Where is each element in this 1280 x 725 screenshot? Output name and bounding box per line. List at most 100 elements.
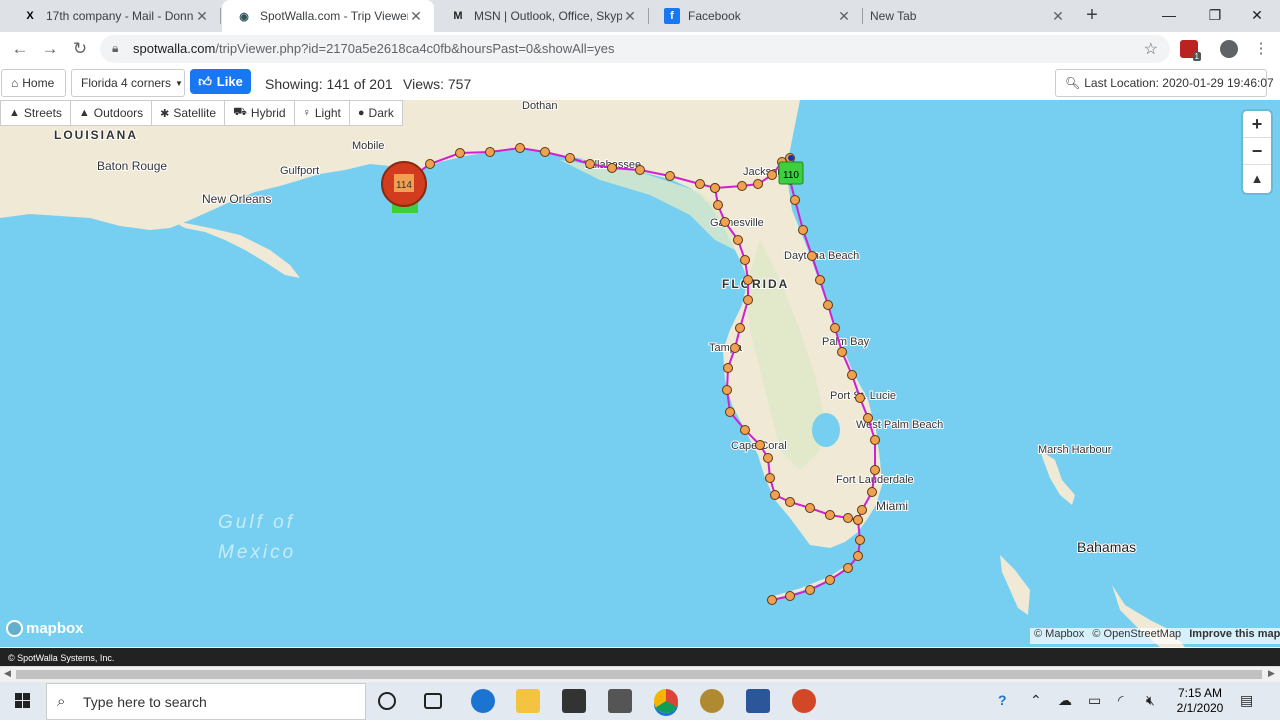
taskbar-search-input[interactable]: ⌕ Type here to search — [46, 683, 366, 720]
trip-point[interactable] — [843, 563, 853, 573]
trip-point[interactable] — [737, 181, 747, 191]
mail-icon[interactable] — [608, 689, 632, 713]
attribution-osm[interactable]: © OpenStreetMap — [1092, 628, 1181, 640]
close-icon[interactable]: ✕ — [408, 8, 424, 25]
trip-point[interactable] — [485, 147, 495, 157]
tab-new-tab[interactable]: New Tab ✕ — [864, 0, 1076, 32]
trip-point[interactable] — [515, 143, 525, 153]
close-icon[interactable]: ✕ — [836, 8, 852, 25]
help-icon[interactable]: ? — [998, 692, 1007, 708]
file-explorer-icon[interactable] — [516, 689, 540, 713]
extension-icon[interactable]: 1 — [1180, 40, 1201, 61]
trip-point[interactable] — [425, 159, 435, 169]
trip-point[interactable] — [855, 393, 865, 403]
trip-point[interactable] — [725, 407, 735, 417]
horizontal-scrollbar[interactable]: ◀ ▶ — [0, 666, 1280, 682]
trip-point[interactable] — [713, 200, 723, 210]
trip-point[interactable] — [763, 453, 773, 463]
trip-point[interactable] — [767, 170, 777, 180]
trip-point[interactable] — [770, 490, 780, 500]
close-icon[interactable]: ✕ — [194, 8, 210, 25]
style-hybrid[interactable]: ⛟ Hybrid — [225, 101, 295, 125]
word-icon[interactable] — [746, 689, 770, 713]
trip-point[interactable] — [870, 435, 880, 445]
trip-point[interactable] — [733, 235, 743, 245]
trip-point[interactable] — [790, 195, 800, 205]
trip-point[interactable] — [843, 513, 853, 523]
profile-avatar-icon[interactable] — [1220, 40, 1238, 58]
trip-point[interactable] — [665, 171, 675, 181]
trip-point[interactable] — [722, 385, 732, 395]
trip-point[interactable] — [767, 595, 777, 605]
zoom-out-button[interactable]: − — [1243, 138, 1271, 165]
volume-muted-icon[interactable]: 🔇︎ — [1146, 692, 1155, 709]
trip-point[interactable] — [825, 510, 835, 520]
windows-start-button[interactable] — [0, 682, 46, 720]
edge-icon[interactable] — [471, 689, 495, 713]
trip-point[interactable] — [853, 515, 863, 525]
trip-point[interactable] — [855, 535, 865, 545]
trip-point[interactable] — [753, 179, 763, 189]
window-close-button[interactable]: ✕ — [1234, 0, 1280, 32]
trip-point[interactable] — [785, 591, 795, 601]
trip-point[interactable] — [755, 440, 765, 450]
style-satellite[interactable]: ✱ Satellite — [152, 101, 226, 125]
style-dark[interactable]: ● Dark — [350, 101, 402, 125]
trip-point[interactable] — [607, 163, 617, 173]
tab-trip-viewer[interactable]: ◉ SpotWalla.com - Trip Viewer ✕ — [222, 0, 434, 32]
trip-point[interactable] — [740, 255, 750, 265]
trip-point[interactable] — [805, 585, 815, 595]
style-outdoors[interactable]: ▲ Outdoors — [71, 101, 153, 125]
last-location-button[interactable]: 🔍︎ Last Location: 2020-01-29 19:46:07 — [1055, 69, 1274, 97]
mapbox-logo[interactable]: mapbox — [6, 620, 84, 637]
attribution-mapbox[interactable]: © Mapbox — [1034, 628, 1084, 640]
trip-map[interactable]: LOUISIANA Baton Rouge New Orleans Gulfport M… — [0, 100, 1280, 647]
system-clock[interactable]: 7:15 AM 2/1/2020 — [1172, 686, 1228, 716]
facebook-like-button[interactable]: 👍︎ Like — [190, 69, 251, 94]
task-view-icon[interactable] — [424, 693, 442, 709]
powerpoint-icon[interactable] — [792, 689, 816, 713]
trip-point[interactable] — [585, 159, 595, 169]
trip-point[interactable] — [857, 505, 867, 515]
battery-icon[interactable]: ▭ — [1088, 692, 1101, 709]
trip-point[interactable] — [565, 153, 575, 163]
menu-kebab-icon[interactable]: ⋮ — [1250, 38, 1272, 60]
bookmark-star-icon[interactable]: ☆ — [1144, 39, 1158, 59]
close-icon[interactable]: ✕ — [1050, 8, 1066, 25]
chrome-icon[interactable] — [654, 689, 678, 713]
tab-msn[interactable]: M MSN | Outlook, Office, Skype, B ✕ — [436, 0, 648, 32]
forward-icon[interactable]: → — [39, 38, 61, 60]
trip-point[interactable] — [540, 147, 550, 157]
scroll-right-icon[interactable]: ▶ — [1268, 668, 1275, 679]
compass-button[interactable]: ▲ — [1243, 165, 1271, 192]
trip-point[interactable] — [830, 323, 840, 333]
trip-point[interactable] — [785, 497, 795, 507]
style-streets[interactable]: ▲ Streets — [1, 101, 71, 125]
trip-point[interactable] — [825, 575, 835, 585]
store-icon[interactable] — [562, 689, 586, 713]
trip-point[interactable] — [635, 165, 645, 175]
cortana-icon[interactable] — [378, 692, 396, 710]
new-tab-button[interactable]: + — [1080, 4, 1104, 28]
wifi-icon[interactable]: ◜ — [1118, 692, 1123, 709]
trip-point[interactable] — [455, 148, 465, 158]
trip-point[interactable] — [863, 413, 873, 423]
trip-point[interactable] — [765, 473, 775, 483]
trip-point[interactable] — [815, 275, 825, 285]
trip-point[interactable] — [695, 179, 705, 189]
trip-point[interactable] — [723, 363, 733, 373]
trip-point[interactable] — [823, 300, 833, 310]
trip-point[interactable] — [870, 465, 880, 475]
trip-point[interactable] — [735, 323, 745, 333]
address-bar[interactable]: 🔒︎ spotwalla.com/tripViewer.php?id=2170a… — [100, 35, 1170, 63]
scroll-left-icon[interactable]: ◀ — [4, 668, 11, 679]
home-button[interactable]: ⌂ Home — [1, 69, 66, 97]
trip-point[interactable] — [743, 275, 753, 285]
maximize-button[interactable]: ❐ — [1192, 0, 1238, 32]
trip-point[interactable] — [730, 343, 740, 353]
trip-point[interactable] — [743, 295, 753, 305]
back-icon[interactable]: ← — [9, 38, 31, 60]
trip-point[interactable] — [710, 183, 720, 193]
chevron-up-icon[interactable]: ⌃ — [1030, 692, 1042, 709]
improve-map-link[interactable]: Improve this map — [1189, 628, 1280, 640]
